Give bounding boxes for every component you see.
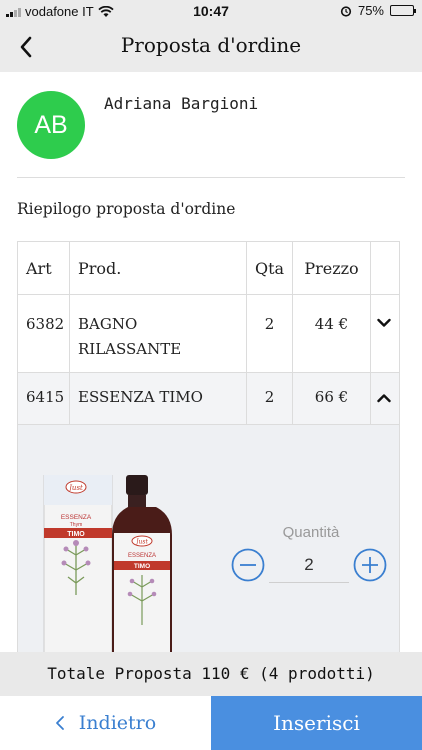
- status-bar: vodafone IT 10:47 75%: [0, 0, 422, 22]
- battery-percent: 75%: [357, 3, 384, 18]
- bottle-variant-text: TIMO: [134, 563, 150, 570]
- cell-prezzo: 44 €: [293, 295, 371, 372]
- cell-qta: 2: [247, 295, 293, 372]
- cell-prod: ESSENZA TIMO: [70, 373, 247, 424]
- cell-prod: BAGNO RILASSANTE: [70, 295, 247, 372]
- product-image: Just ESSENZA Thym TIMO Just ESSENZA TIMO: [43, 475, 172, 661]
- box-product-text: ESSENZA: [61, 514, 92, 521]
- summary-title: Riepilogo proposta d'ordine: [17, 200, 236, 218]
- box-variant-text: TIMO: [67, 531, 85, 538]
- box-subtitle-text: Thym: [70, 522, 83, 528]
- back-button[interactable]: Indietro: [0, 696, 211, 750]
- cell-art: 6382: [18, 295, 70, 372]
- chevron-left-icon: [55, 716, 64, 730]
- header-prezzo: Prezzo: [293, 242, 371, 294]
- insert-button-label: Inserisci: [273, 711, 360, 735]
- header-qta: Qta: [247, 242, 293, 294]
- table-header: Art Prod. Qta Prezzo: [18, 242, 399, 295]
- alarm-icon: [340, 5, 352, 17]
- minus-circle-icon[interactable]: [231, 548, 265, 582]
- quantity-input[interactable]: 2: [269, 548, 349, 583]
- avatar-initials: AB: [34, 110, 68, 139]
- table-row[interactable]: 6382 BAGNO RILASSANTE 2 44 €: [18, 295, 399, 373]
- cell-qta: 2: [247, 373, 293, 424]
- header-prod: Prod.: [70, 242, 247, 294]
- status-right: 75%: [340, 3, 416, 18]
- page-title: Proposta d'ordine: [120, 33, 302, 57]
- header-art: Art: [18, 242, 70, 294]
- box-brand-text: Just: [67, 484, 83, 492]
- battery-icon: [390, 5, 416, 16]
- table-row[interactable]: 6415 ESSENZA TIMO 2 66 €: [18, 373, 399, 425]
- collapse-cell[interactable]: [371, 373, 399, 424]
- divider: [17, 177, 405, 178]
- total-bar: Totale Proposta 110 € (4 prodotti): [0, 652, 422, 696]
- product-detail-panel: Just ESSENZA Thym TIMO Just ESSENZA TIMO…: [18, 425, 399, 661]
- bottle-brand-text: Just: [134, 539, 148, 546]
- plus-circle-icon[interactable]: [353, 548, 387, 582]
- cell-art: 6415: [18, 373, 70, 424]
- header-action: [371, 242, 399, 294]
- chevron-down-icon[interactable]: [377, 318, 391, 328]
- cell-prod-line2: RILASSANTE: [78, 340, 182, 358]
- quantity-label: Quantità: [282, 524, 340, 541]
- nav-bar: Proposta d'ordine: [0, 22, 422, 72]
- insert-button[interactable]: Inserisci: [211, 696, 422, 750]
- cell-prod-line1: BAGNO: [78, 315, 138, 333]
- chevron-up-icon[interactable]: [377, 393, 391, 403]
- expand-cell[interactable]: [371, 295, 399, 372]
- avatar: AB: [17, 91, 85, 159]
- cell-prezzo: 66 €: [293, 373, 371, 424]
- customer-name: Adriana Bargioni: [104, 94, 259, 113]
- order-table: Art Prod. Qta Prezzo 6382 BAGNO RILASSAN…: [17, 241, 400, 661]
- back-button-label: Indietro: [78, 712, 157, 734]
- bottle-product-text: ESSENZA: [128, 553, 156, 559]
